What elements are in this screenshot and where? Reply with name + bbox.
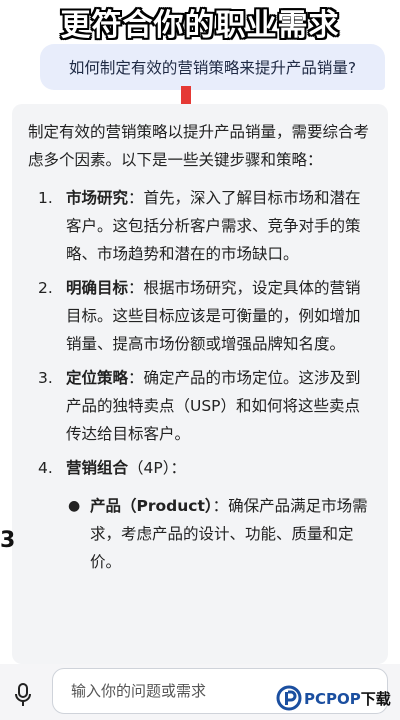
answer-card: 制定有效的营销策略以提升产品销量，需要综合考虑多个因素。以下是一些关键步骤和策略… xyxy=(12,104,388,664)
step-body: 市场研究：首先，深入了解目标市场和潜在客户。这包括分析客户需求、竞争对手的策略、… xyxy=(62,184,374,268)
banner-title: 更符合你的职业需求 xyxy=(60,8,340,43)
watermark-suffix: 下载 xyxy=(360,689,391,708)
step-text: （4P）： xyxy=(128,459,186,477)
step-number: 3. xyxy=(38,369,53,387)
step-body: 营销组合（4P）： xyxy=(62,454,374,482)
microphone-icon[interactable] xyxy=(14,683,32,707)
step-title: 明确目标 xyxy=(66,279,129,297)
pcpop-logo-icon xyxy=(276,685,302,711)
user-question-bubble: 如何制定有效的营销策略来提升产品销量? xyxy=(40,44,385,90)
user-question-text: 如何制定有效的营销策略来提升产品销量? xyxy=(68,59,357,77)
watermark: PCPOP下载 xyxy=(276,682,391,714)
bullet-icon: ● xyxy=(68,498,81,514)
sub-item-title: 产品（Product） xyxy=(90,497,213,515)
list-item: 2. 明确目标：根据市场研究，设定具体的营销目标。这些目标应该是可衡量的，例如增… xyxy=(28,274,374,358)
step-title: 营销组合 xyxy=(66,459,129,477)
step-number: 2. xyxy=(38,279,53,297)
watermark-text: PCPOP下载 xyxy=(304,688,391,709)
step-body: 定位策略：确定产品的市场定位。这涉及到产品的独特卖点（USP）和如何将这些卖点传… xyxy=(62,364,374,448)
step-title: 定位策略 xyxy=(66,369,129,387)
step-number: 4. xyxy=(38,459,53,477)
step-body: 明确目标：根据市场研究，设定具体的营销目标。这些目标应该是可衡量的，例如增加销量… xyxy=(62,274,374,358)
list-item: 4. 营销组合（4P）： xyxy=(28,454,374,482)
answer-intro: 制定有效的营销策略以提升产品销量，需要综合考虑多个因素。以下是一些关键步骤和策略… xyxy=(28,123,370,169)
list-item: ● 产品（Product）：确保产品满足市场需求，考虑产品的设计、功能、质量和定… xyxy=(28,492,374,576)
watermark-brand: PCPOP xyxy=(304,689,361,708)
step-number: 1. xyxy=(38,189,53,207)
sub-list: ● 产品（Product）：确保产品满足市场需求，考虑产品的设计、功能、质量和定… xyxy=(28,492,374,576)
list-item: 3. 定位策略：确定产品的市场定位。这涉及到产品的独特卖点（USP）和如何将这些… xyxy=(28,364,374,448)
edge-glyph: 3 xyxy=(0,528,16,553)
step-title: 市场研究 xyxy=(66,189,129,207)
sub-item-body: 产品（Product）：确保产品满足市场需求，考虑产品的设计、功能、质量和定价。 xyxy=(90,492,374,576)
steps-list: 1. 市场研究：首先，深入了解目标市场和潜在客户。这包括分析客户需求、竞争对手的… xyxy=(28,184,374,482)
chat-input[interactable] xyxy=(69,681,263,701)
list-item: 1. 市场研究：首先，深入了解目标市场和潜在客户。这包括分析客户需求、竞争对手的… xyxy=(28,184,374,268)
banner: 更符合你的职业需求 xyxy=(0,0,400,44)
